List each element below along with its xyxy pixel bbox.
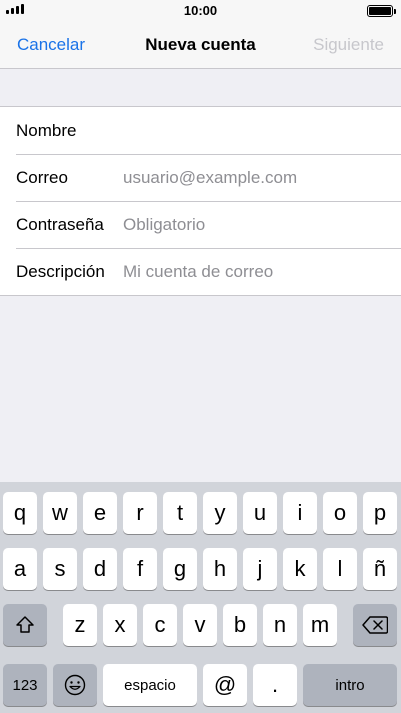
key-d[interactable]: d [83,548,117,590]
name-field[interactable] [123,120,391,141]
key-w[interactable]: w [43,492,77,534]
password-label: Contraseña [16,214,104,234]
key-e[interactable]: e [83,492,117,534]
key-l[interactable]: l [323,548,357,590]
backspace-icon [362,616,388,634]
navigation-bar: Cancelar Nueva cuenta Siguiente [0,22,401,69]
description-row: Descripción [0,248,401,295]
numbers-key[interactable]: 123 [3,664,47,706]
key-i[interactable]: i [283,492,317,534]
key-p[interactable]: p [363,492,397,534]
shift-icon [16,616,34,633]
key-y[interactable]: y [203,492,237,534]
battery-icon [367,5,396,17]
next-button[interactable]: Siguiente [313,35,384,55]
key-o[interactable]: o [323,492,357,534]
key-n[interactable]: n [263,604,297,646]
email-row: Correo [0,154,401,201]
key-x[interactable]: x [103,604,137,646]
key-k[interactable]: k [283,548,317,590]
return-key[interactable]: intro [303,664,397,706]
key-a[interactable]: a [3,548,37,590]
space-key[interactable]: espacio [103,664,197,706]
key-h[interactable]: h [203,548,237,590]
key-m[interactable]: m [303,604,337,646]
at-key[interactable]: @ [203,664,247,706]
key-s[interactable]: s [43,548,77,590]
account-form: Nombre Correo Contraseña Descripción [0,106,401,296]
email-field[interactable] [123,167,391,188]
dot-key[interactable]: . [253,664,297,706]
status-time: 10:00 [183,3,218,18]
key-n-tilde[interactable]: ñ [363,548,397,590]
password-field[interactable] [123,214,391,235]
email-label: Correo [16,167,68,187]
cancel-button[interactable]: Cancelar [17,35,85,55]
key-g[interactable]: g [163,548,197,590]
key-j[interactable]: j [243,548,277,590]
description-field[interactable] [123,261,391,282]
password-row: Contraseña [0,201,401,248]
key-v[interactable]: v [183,604,217,646]
key-t[interactable]: t [163,492,197,534]
backspace-key[interactable] [353,604,397,646]
description-label: Descripción [16,261,105,281]
emoji-key[interactable] [53,664,97,706]
status-bar: 10:00 [0,0,401,22]
key-q[interactable]: q [3,492,37,534]
shift-key[interactable] [3,604,47,646]
key-u[interactable]: u [243,492,277,534]
name-label: Nombre [16,120,77,140]
key-z[interactable]: z [63,604,97,646]
key-c[interactable]: c [143,604,177,646]
key-f[interactable]: f [123,548,157,590]
name-row: Nombre [0,107,401,154]
key-r[interactable]: r [123,492,157,534]
key-b[interactable]: b [223,604,257,646]
emoji-icon [64,674,86,696]
keyboard: q w e r t y u i o p a s d f g h j k l ñ … [0,482,401,713]
